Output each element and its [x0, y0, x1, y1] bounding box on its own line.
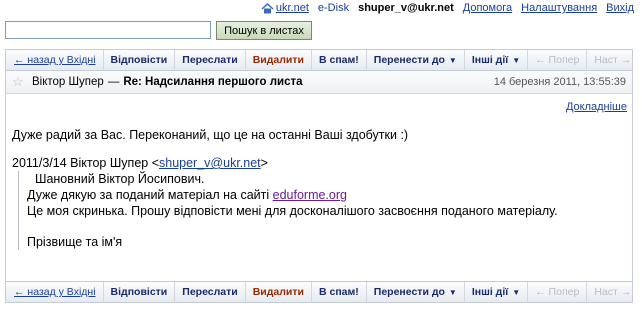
message-header: ☆ Віктор Шупер — Re: Надсилання першого …	[6, 71, 632, 94]
edisk-link[interactable]: e-Disk	[318, 2, 349, 14]
delete-button[interactable]: Видалити	[246, 282, 312, 302]
search-button[interactable]: Пошук в листах	[216, 21, 312, 40]
other-actions-dropdown[interactable]: Інші дії ▼	[465, 50, 529, 70]
quote-line: Це моя скринька. Прошу відповісти мені д…	[27, 204, 558, 218]
forward-button[interactable]: Переслати	[175, 50, 246, 70]
move-to-dropdown[interactable]: Перенести до ▼	[367, 50, 465, 70]
reply-button[interactable]: Відповісти	[104, 282, 176, 302]
forward-button[interactable]: Переслати	[175, 282, 246, 302]
move-to-label: Перенести до	[373, 54, 445, 66]
body-line: Дуже радий за Вас. Переконаний, що це на…	[12, 128, 409, 142]
message-toolbar-top: ← назад у Вхідні Відповісти Переслати Ви…	[5, 49, 633, 71]
message-date: 14 березня 2011, 13:55:39	[493, 76, 626, 88]
move-to-label: Перенести до	[373, 286, 445, 298]
search-input[interactable]	[5, 21, 211, 39]
back-to-inbox-link[interactable]: ← назад у Вхідні	[6, 282, 104, 302]
quote-spacer	[27, 219, 622, 234]
quote-header-prefix: 2011/3/14 Віктор Шупер <	[12, 156, 159, 170]
help-link[interactable]: Допомога	[463, 2, 512, 14]
header-dash: —	[107, 76, 120, 88]
quote-signature: Прізвище та ім'я	[27, 235, 123, 249]
back-to-inbox-link[interactable]: ← назад у Вхідні	[6, 50, 104, 70]
caret-down-icon: ▼	[512, 287, 521, 297]
spam-button[interactable]: В спам!	[312, 282, 367, 302]
next-message-button[interactable]: Наст →	[587, 282, 638, 302]
quote-header-suffix: >	[260, 156, 268, 170]
prev-message-button[interactable]: ← Попер	[528, 50, 588, 70]
home-icon	[261, 2, 274, 13]
spam-button[interactable]: В спам!	[312, 50, 367, 70]
quote-line-text: Дуже дякую за поданий матеріал на сайті	[27, 188, 273, 202]
message-subject: Re: Надсилання першого листа	[123, 76, 303, 88]
star-icon[interactable]: ☆	[12, 74, 26, 90]
home-link[interactable]: ukr.net	[261, 2, 309, 14]
other-actions-label: Інші дії	[471, 54, 509, 66]
reply-button[interactable]: Відповісти	[104, 50, 176, 70]
caret-down-icon: ▼	[448, 55, 457, 65]
message-panel: ☆ Віктор Шупер — Re: Надсилання першого …	[5, 71, 633, 281]
other-actions-dropdown[interactable]: Інші дії ▼	[465, 282, 529, 302]
prev-message-button[interactable]: ← Попер	[528, 282, 588, 302]
next-message-button[interactable]: Наст →	[587, 50, 638, 70]
move-to-dropdown[interactable]: Перенести до ▼	[367, 282, 465, 302]
quote-header: 2011/3/14 Віктор Шупер <shuper_v@ukr.net…	[12, 155, 622, 171]
details-link[interactable]: Докладніше	[566, 101, 627, 113]
ukr-net-link[interactable]: ukr.net	[276, 2, 309, 14]
top-links: ukr.net e-Disk shuper_v@ukr.net Допомога…	[261, 2, 634, 14]
settings-link[interactable]: Налаштування	[521, 2, 597, 14]
quote-greeting: Шановний Віктор Йосипович.	[35, 172, 205, 186]
caret-down-icon: ▼	[448, 287, 457, 297]
quoted-text: Шановний Віктор Йосипович. Дуже дякую за…	[18, 171, 622, 250]
other-actions-label: Інші дії	[471, 286, 509, 298]
user-email: shuper_v@ukr.net	[358, 2, 454, 14]
message-toolbar-bottom: ← назад у Вхідні Відповісти Переслати Ви…	[5, 281, 633, 303]
sender-name: Віктор Шупер	[32, 76, 104, 88]
quote-line: Дуже дякую за поданий матеріал на сайті …	[27, 187, 622, 203]
logout-link[interactable]: Вихід	[606, 2, 634, 14]
caret-down-icon: ▼	[512, 55, 521, 65]
eduforme-link[interactable]: eduforme.org	[273, 188, 347, 202]
delete-button[interactable]: Видалити	[246, 50, 312, 70]
message-body: Дуже радий за Вас. Переконаний, що це на…	[12, 127, 622, 250]
quote-email-link[interactable]: shuper_v@ukr.net	[159, 156, 261, 170]
